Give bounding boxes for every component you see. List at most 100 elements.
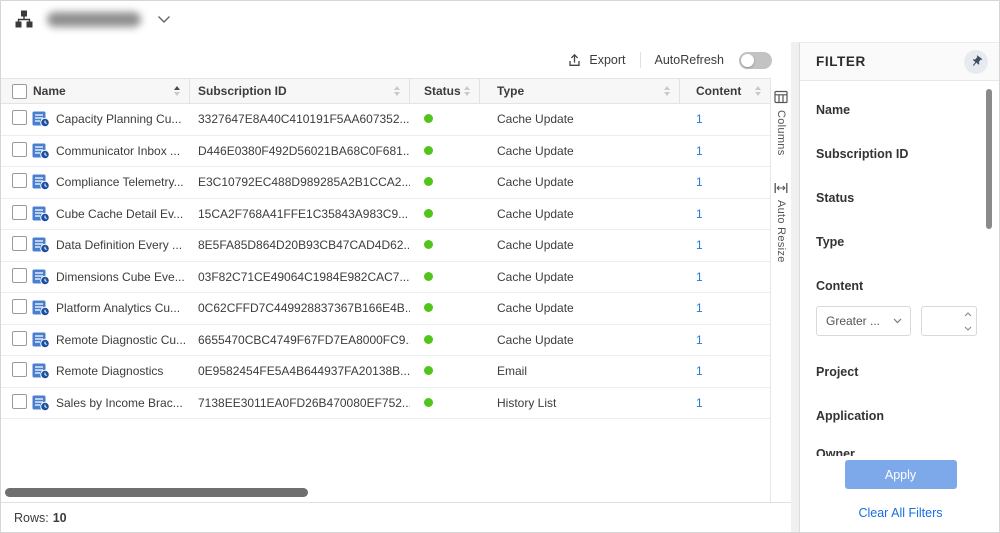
row-checkbox-cell xyxy=(0,362,32,380)
columns-icon[interactable] xyxy=(774,90,788,104)
row-checkbox[interactable] xyxy=(12,205,27,220)
sort-icon[interactable] xyxy=(464,86,470,96)
row-checkbox[interactable] xyxy=(12,110,27,125)
filter-field[interactable]: Type xyxy=(816,234,984,250)
column-header[interactable]: Status xyxy=(410,79,480,103)
select-all-checkbox[interactable] xyxy=(12,84,27,99)
table-footer: Rows: 10 xyxy=(0,502,791,533)
filter-field-label: Application xyxy=(816,408,984,424)
subscription-icon xyxy=(32,111,50,127)
filter-body: Name Subscription ID Status Type Content… xyxy=(800,81,1000,456)
row-name-cell: Capacity Planning Cu... xyxy=(32,111,190,127)
autorefresh-control: AutoRefresh xyxy=(655,52,772,69)
filter-field[interactable]: Content Greater ... xyxy=(816,278,984,336)
export-button[interactable]: Export xyxy=(567,53,625,68)
content-value-input[interactable] xyxy=(921,306,977,336)
horizontal-scrollbar[interactable] xyxy=(5,488,308,497)
filter-field[interactable]: Project xyxy=(816,364,984,380)
app-header xyxy=(14,9,171,29)
row-name: Cube Cache Detail Ev... xyxy=(56,207,183,221)
row-name-cell: Remote Diagnostic Cu... xyxy=(32,332,190,348)
filter-field[interactable]: Subscription ID xyxy=(816,146,984,162)
row-type: Email xyxy=(480,364,680,378)
subscription-icon xyxy=(32,363,50,379)
row-checkbox[interactable] xyxy=(12,299,27,314)
row-content-link[interactable]: 1 xyxy=(696,364,703,378)
step-up-button[interactable] xyxy=(959,307,976,321)
table-row[interactable]: Compliance Telemetry... E3C10792EC488D98… xyxy=(0,167,770,199)
column-header[interactable]: Name xyxy=(32,79,190,103)
column-header[interactable]: Type xyxy=(480,79,680,103)
row-type: Cache Update xyxy=(480,144,680,158)
row-checkbox[interactable] xyxy=(12,268,27,283)
columns-label[interactable]: Columns xyxy=(775,110,787,156)
number-steppers xyxy=(959,307,976,335)
row-subscription-id: 8E5FA85D864D20B93CB47CAD4D62... xyxy=(190,238,410,252)
table-row[interactable]: Remote Diagnostics 0E9582454FE5A4B644937… xyxy=(0,356,770,388)
autorefresh-toggle[interactable] xyxy=(739,52,772,69)
row-checkbox[interactable] xyxy=(12,362,27,377)
operator-value: Greater ... xyxy=(826,314,880,328)
subscription-icon xyxy=(32,300,50,316)
row-content-cell: 1 xyxy=(680,144,770,158)
filter-field[interactable]: Name xyxy=(816,102,984,118)
row-content-link[interactable]: 1 xyxy=(696,333,703,347)
filter-field[interactable]: Status xyxy=(816,190,984,206)
row-subscription-id: E3C10792EC488D989285A2B1CCA2... xyxy=(190,175,410,189)
row-content-link[interactable]: 1 xyxy=(696,396,703,410)
row-content-link[interactable]: 1 xyxy=(696,238,703,252)
row-checkbox[interactable] xyxy=(12,236,27,251)
hierarchy-icon xyxy=(14,9,34,29)
table-row[interactable]: Capacity Planning Cu... 3327647E8A40C410… xyxy=(0,104,770,136)
table-row[interactable]: Cube Cache Detail Ev... 15CA2F768A41FFE1… xyxy=(0,199,770,231)
row-content-cell: 1 xyxy=(680,270,770,284)
table-row[interactable]: Dimensions Cube Eve... 03F82C71CE49064C1… xyxy=(0,262,770,294)
row-checkbox[interactable] xyxy=(12,142,27,157)
row-content-link[interactable]: 1 xyxy=(696,144,703,158)
row-content-link[interactable]: 1 xyxy=(696,270,703,284)
apply-button[interactable]: Apply xyxy=(845,460,957,489)
row-checkbox[interactable] xyxy=(12,173,27,188)
row-subscription-id: 03F82C71CE49064C1984E982CAC7... xyxy=(190,270,410,284)
row-content-link[interactable]: 1 xyxy=(696,301,703,315)
column-header[interactable]: Content xyxy=(680,79,770,103)
operator-select[interactable]: Greater ... xyxy=(816,306,911,336)
sort-desc-arrow xyxy=(174,92,180,96)
chevron-down-icon[interactable] xyxy=(157,15,171,24)
row-checkbox[interactable] xyxy=(12,394,27,409)
table-row[interactable]: Data Definition Every ... 8E5FA85D864D20… xyxy=(0,230,770,262)
table-row[interactable]: Communicator Inbox ... D446E0380F492D560… xyxy=(0,136,770,168)
row-content-cell: 1 xyxy=(680,396,770,410)
status-indicator xyxy=(424,272,433,281)
auto-resize-label[interactable]: Auto Resize xyxy=(775,200,787,263)
panel-gap xyxy=(791,42,799,533)
row-content-link[interactable]: 1 xyxy=(696,175,703,189)
clear-all-filters-link[interactable]: Clear All Filters xyxy=(858,506,942,520)
export-label: Export xyxy=(589,53,625,67)
table-row[interactable]: Platform Analytics Cu... 0C62CFFD7C44992… xyxy=(0,293,770,325)
filter-field[interactable]: Application xyxy=(816,408,984,424)
row-checkbox-cell xyxy=(0,394,32,412)
row-name-cell: Compliance Telemetry... xyxy=(32,174,190,190)
column-header[interactable]: Subscription ID xyxy=(190,79,410,103)
filter-field[interactable]: Owner xyxy=(816,446,984,456)
table-row[interactable]: Sales by Income Brac... 7138EE3011EA0FD2… xyxy=(0,388,770,420)
row-content-cell: 1 xyxy=(680,364,770,378)
column-label: Name xyxy=(33,84,66,98)
sort-icon[interactable] xyxy=(174,86,180,96)
sort-icon[interactable] xyxy=(664,86,670,96)
sort-icon[interactable] xyxy=(755,86,761,96)
row-content-link[interactable]: 1 xyxy=(696,207,703,221)
row-subscription-id: 0E9582454FE5A4B644937FA20138B... xyxy=(190,364,410,378)
auto-resize-icon[interactable] xyxy=(774,182,788,194)
step-down-button[interactable] xyxy=(959,321,976,335)
row-checkbox[interactable] xyxy=(12,331,27,346)
row-content-link[interactable]: 1 xyxy=(696,112,703,126)
pin-button[interactable] xyxy=(964,50,988,74)
row-status-cell xyxy=(410,270,480,284)
filter-scrollbar[interactable] xyxy=(986,89,992,229)
row-type: Cache Update xyxy=(480,175,680,189)
sort-icon[interactable] xyxy=(394,86,400,96)
table-row[interactable]: Remote Diagnostic Cu... 6655470CBC4749F6… xyxy=(0,325,770,357)
row-subscription-id: D446E0380F492D56021BA68C0F681... xyxy=(190,144,410,158)
